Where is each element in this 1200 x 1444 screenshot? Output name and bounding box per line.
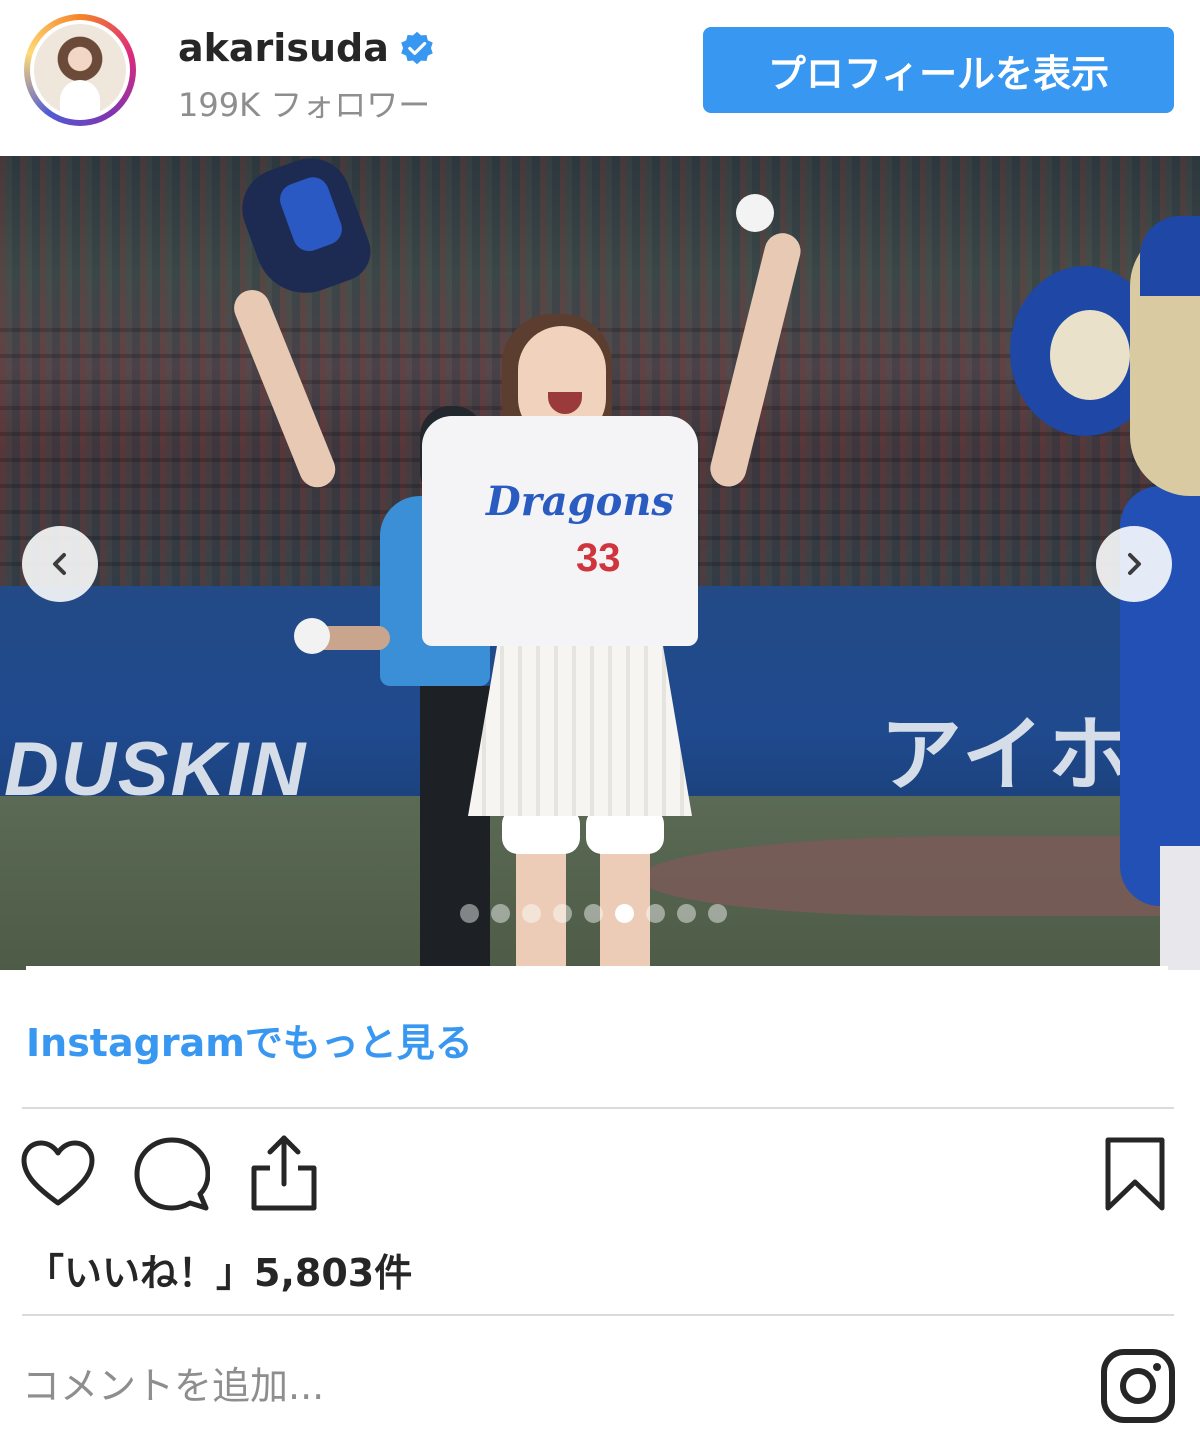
comment-input[interactable] [22,1358,1022,1414]
instagram-icon [1101,1349,1175,1423]
post-header: akarisuda 199K フォロワー プロフィールを表示 [0,0,1200,150]
heart-icon [21,1140,95,1206]
carousel-dot [677,904,696,923]
jersey [422,416,698,646]
carousel-dot [491,904,510,923]
like-count[interactable]: 「いいね！」5,803件 [26,1242,412,1297]
jersey-logo: Dragons [486,478,674,525]
chevron-right-icon [1128,553,1141,575]
carousel-dot [460,904,479,923]
verified-badge-icon [401,31,433,65]
username[interactable]: akarisuda [178,26,389,70]
carousel-dot [522,904,541,923]
username-row: akarisuda [178,26,435,70]
carousel-dot [708,904,727,923]
avatar-image [30,20,130,120]
post-photo[interactable]: DUSKIN アイホ Dragons 33 [0,156,1200,970]
carousel-dot [584,904,603,923]
avatar[interactable] [24,14,136,126]
view-profile-button[interactable]: プロフィールを表示 [703,27,1174,113]
carousel-next-button[interactable] [1096,526,1172,602]
carousel-dots [460,904,727,923]
mascot-figure [1010,216,1200,970]
baseball [736,194,774,232]
action-bar [0,1130,1200,1220]
instagram-button[interactable] [1100,1348,1176,1424]
comment-button[interactable] [132,1134,212,1214]
save-button[interactable] [1100,1134,1170,1214]
comment-icon [134,1137,210,1211]
player-figure: Dragons 33 [228,156,805,970]
share-icon [251,1135,317,1211]
divider [22,1107,1174,1109]
chevron-left-icon [53,553,66,575]
follower-count: 199K フォロワー [178,86,431,124]
like-button[interactable] [18,1134,98,1214]
share-button[interactable] [244,1130,324,1214]
carousel-dot [553,904,572,923]
glove [231,156,379,307]
carousel-prev-button[interactable] [22,526,98,602]
jersey-number: 33 [576,536,621,580]
photo-divider [26,966,1168,970]
carousel-dot-active [615,904,634,923]
carousel-dot [646,904,665,923]
divider [22,1314,1174,1316]
view-more-on-instagram-link[interactable]: Instagramでもっと見る [26,1012,473,1067]
bookmark-icon [1105,1137,1165,1211]
